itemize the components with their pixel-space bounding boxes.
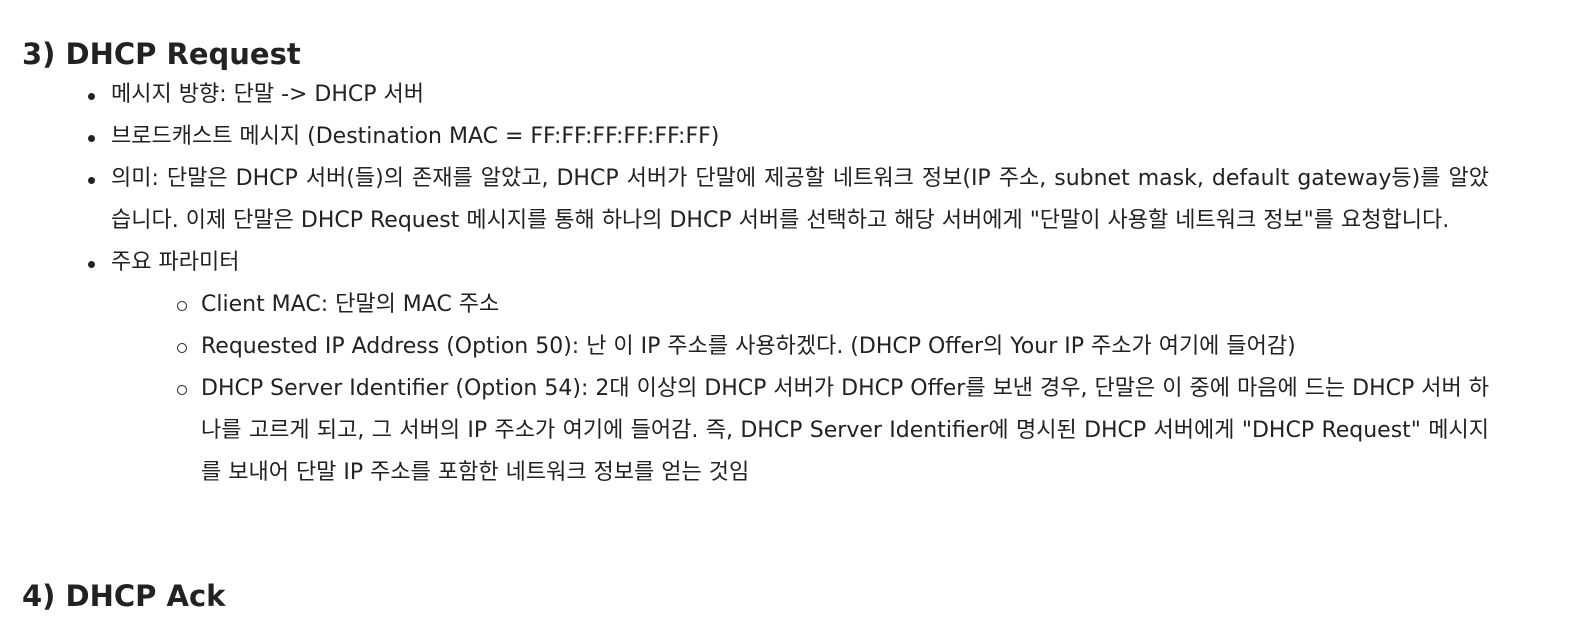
bullet-parameters: 주요 파라미터 Client MAC: 단말의 MAC 주소 Requested… — [88, 242, 1489, 494]
bullet-broadcast: 브로드캐스트 메시지 (Destination MAC = FF:FF:FF:F… — [88, 116, 1489, 158]
bullet-direction: 메시지 방향: 단말 -> DHCP 서버 — [88, 74, 1489, 116]
bullet-list: 메시지 방향: 단말 -> DHCP 서버 브로드캐스트 메시지 (Destin… — [88, 74, 1489, 494]
bullet-meaning: 의미: 단말은 DHCP 서버(들)의 존재를 알았고, DHCP 서버가 단말… — [88, 158, 1489, 242]
next-section-heading: 4) DHCP Ack — [22, 579, 226, 613]
param-client-mac: Client MAC: 단말의 MAC 주소 — [177, 284, 1489, 326]
param-requested-ip: Requested IP Address (Option 50): 난 이 IP… — [177, 326, 1489, 368]
bullet-parameters-label: 주요 파라미터 — [111, 250, 240, 275]
document-page: 3) DHCP Request 메시지 방향: 단말 -> DHCP 서버 브로… — [0, 0, 1592, 613]
param-server-identifier: DHCP Server Identifier (Option 54): 2대 이… — [177, 368, 1489, 494]
parameter-list: Client MAC: 단말의 MAC 주소 Requested IP Addr… — [177, 284, 1489, 494]
section-heading: 3) DHCP Request — [22, 37, 301, 71]
